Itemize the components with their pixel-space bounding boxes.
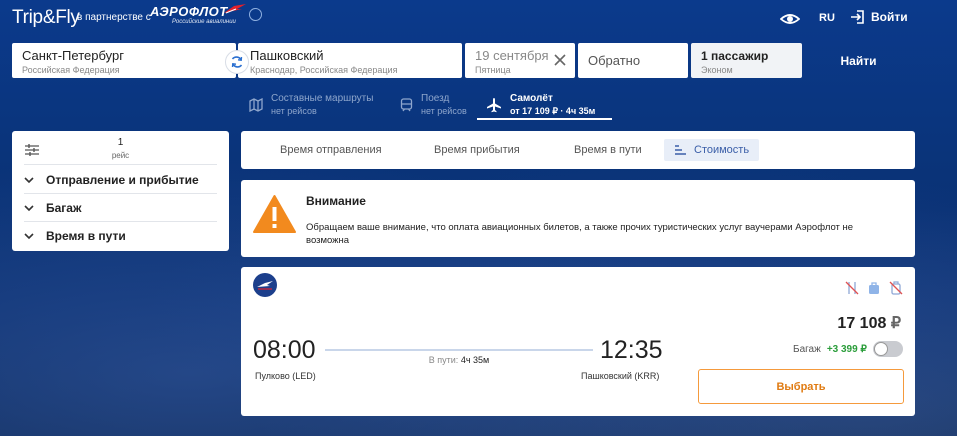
origin-city: Санкт-Петербург [22, 48, 124, 63]
train-icon [400, 98, 413, 112]
departure-date-field[interactable]: 19 сентября Пятница [465, 43, 575, 78]
departure-weekday: Пятница [475, 65, 511, 75]
filters-panel: 1 рейс Отправление и прибытие Багаж Врем… [12, 131, 229, 251]
site-logo[interactable]: Trip&Fly [12, 7, 80, 29]
price-value: 17 108 [837, 315, 887, 332]
partner-text: в партнерстве с [77, 12, 151, 23]
notice-text: Обращаем ваше внимание, что оплата авиац… [306, 222, 854, 246]
plane-icon [487, 98, 501, 113]
login-icon [851, 10, 864, 24]
filter-baggage[interactable]: Багаж [24, 194, 217, 222]
swap-button[interactable] [225, 50, 249, 74]
sort-price-label: Стоимость [694, 144, 750, 156]
no-baggage-icon [889, 281, 903, 295]
route-line [325, 349, 593, 351]
attention-notice: Внимание Обращаем ваше внимание, что опл… [241, 180, 915, 257]
filter-travel-time-label: Время в пути [46, 229, 126, 243]
tab-train[interactable]: Поезд нет рейсов [400, 90, 467, 120]
login-label: Войти [871, 10, 908, 24]
tab-train-sub: нет рейсов [421, 106, 467, 116]
destination-city: Пашковский [250, 48, 324, 63]
filter-travel-time[interactable]: Время в пути [24, 222, 217, 250]
sort-travel-time[interactable]: Время в пути [564, 139, 652, 161]
tab-combined-label: Составные маршруты [271, 93, 374, 104]
map-icon [249, 98, 263, 112]
chevron-down-icon [24, 232, 46, 240]
skyteam-icon [249, 8, 262, 21]
aeroflot-wing-icon [224, 4, 246, 14]
hand-luggage-icon [867, 281, 881, 295]
tab-combined-routes[interactable]: Составные маршруты нет рейсов [249, 90, 373, 120]
notice-title: Внимание [306, 194, 366, 208]
baggage-label: Багаж [793, 343, 821, 355]
departure-airport: Пулково (LED) [255, 371, 316, 381]
arrival-airport: Пашковский (KRR) [581, 371, 660, 381]
filter-departure-arrival-label: Отправление и прибытие [46, 172, 199, 187]
eye-icon[interactable] [780, 10, 800, 28]
baggage-price: +3 399 ₽ [826, 343, 867, 355]
chevron-down-icon [24, 204, 46, 212]
origin-field[interactable]: Санкт-Петербург Российская Федерация [12, 43, 236, 78]
chevron-down-icon [24, 176, 46, 184]
return-date-field[interactable]: Обратно [578, 43, 688, 78]
clear-date-icon[interactable] [553, 53, 567, 67]
active-tab-indicator [477, 118, 612, 120]
travel-class: Эконом [701, 65, 733, 75]
fare-features [845, 281, 903, 295]
arrival-time: 12:35 [600, 336, 663, 364]
filter-departure-arrival[interactable]: Отправление и прибытие [24, 166, 217, 194]
aeroflot-logo-sub: Российские авиалинии [172, 19, 236, 25]
ticket-price: 17 108 ₽ [837, 313, 901, 333]
aeroflot-logo: АЭРОФЛОТ [150, 4, 228, 19]
top-bar: Trip&Fly в партнерстве с АЭРОФЛОТ Россий… [0, 0, 957, 40]
filter-baggage-label: Багаж [46, 200, 82, 215]
baggage-option: Багаж +3 399 ₽ [793, 341, 903, 357]
stops-filter[interactable]: 1 рейс [24, 137, 217, 165]
select-flight-button[interactable]: Выбрать [698, 369, 904, 404]
tab-plane-sub: от 17 109 ₽ · 4ч 35м [510, 106, 596, 116]
return-date-placeholder: Обратно [588, 52, 641, 68]
tab-plane-label: Самолёт [510, 93, 553, 104]
passengers-count: 1 пассажир [701, 49, 769, 63]
price-currency: ₽ [890, 315, 901, 332]
tab-plane[interactable]: Самолёт от 17 109 ₽ · 4ч 35м [486, 90, 595, 120]
login-button[interactable]: Войти [850, 10, 908, 24]
airline-logo-icon [253, 273, 277, 297]
departure-time: 08:00 [253, 336, 316, 364]
language-switch[interactable]: RU [819, 12, 835, 24]
stops-value: 1 [117, 137, 124, 148]
passengers-field[interactable]: 1 пассажир Эконом [691, 43, 802, 78]
origin-country: Российская Федерация [22, 65, 120, 75]
sort-icon [675, 145, 686, 155]
departure-date: 19 сентября [475, 48, 549, 63]
sort-bar: Время отправления Время прибытия Время в… [241, 131, 915, 169]
sort-arrival-time[interactable]: Время прибытия [424, 139, 530, 161]
no-meal-icon [845, 281, 859, 295]
sort-price[interactable]: Стоимость [664, 139, 760, 161]
warning-icon [253, 195, 296, 233]
search-button[interactable]: Найти [805, 43, 912, 78]
destination-field[interactable]: Пашковский Краснодар, Российская Федерац… [238, 43, 462, 78]
baggage-toggle[interactable] [872, 341, 903, 357]
duration-value: 4ч 35м [460, 355, 490, 365]
tab-train-label: Поезд [421, 93, 450, 104]
swap-icon [231, 56, 243, 68]
duration-label: В пути: [428, 355, 459, 365]
sort-departure-time[interactable]: Время отправления [270, 139, 392, 161]
tab-combined-sub: нет рейсов [271, 106, 317, 116]
destination-region: Краснодар, Российская Федерация [250, 65, 398, 75]
flight-duration: В пути: 4ч 35м [325, 355, 593, 365]
stops-label: рейс [111, 151, 130, 160]
flight-card: 08:00 Пулково (LED) В пути: 4ч 35м 12:35… [241, 267, 915, 416]
